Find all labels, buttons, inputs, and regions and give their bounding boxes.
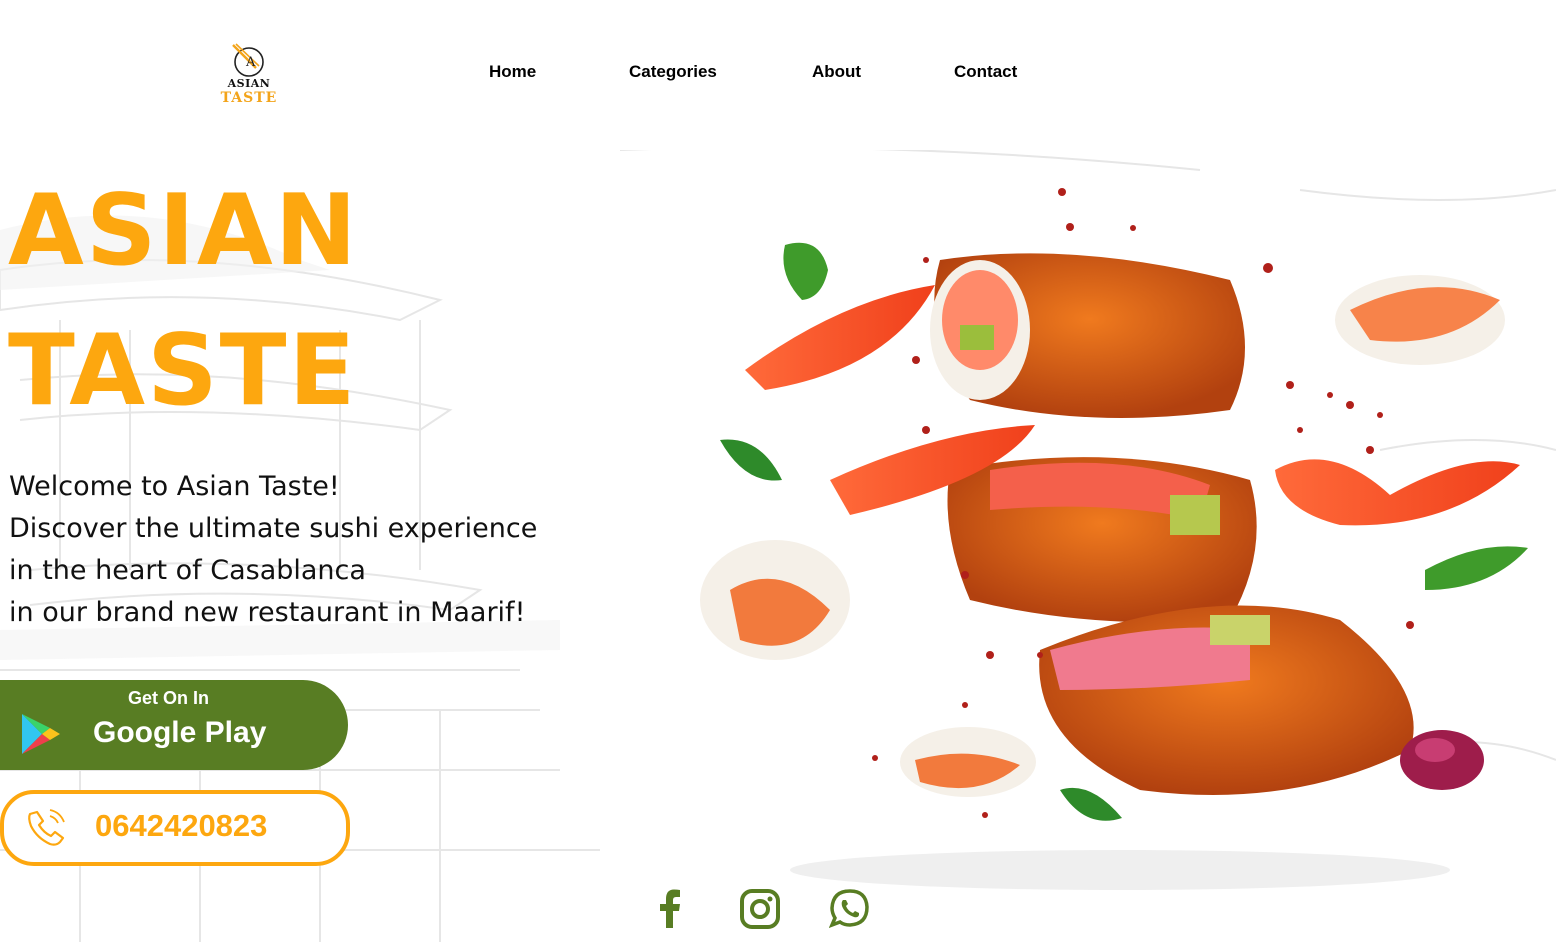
nav-about[interactable]: About [812, 62, 861, 82]
google-play-small-label: Get On In [128, 688, 209, 708]
logo-text-top: ASIAN [227, 77, 271, 90]
instagram-icon[interactable] [739, 888, 781, 930]
phone-button[interactable]: 0642420823 [0, 790, 350, 866]
sushi-hero-image [700, 188, 1528, 890]
google-play-icon [22, 714, 60, 754]
nav-contact[interactable]: Contact [954, 62, 1017, 82]
welcome-text: Welcome to Asian Taste! Discover the ult… [9, 466, 537, 634]
nav-categories[interactable]: Categories [629, 62, 717, 82]
hero-title-line1: ASIAN [8, 174, 359, 288]
site-logo[interactable]: A ASIAN TASTE [216, 42, 282, 108]
welcome-line: Welcome to Asian Taste! [9, 471, 340, 502]
nav-home[interactable]: Home [489, 62, 536, 82]
phone-number: 0642420823 [95, 808, 268, 843]
chopsticks-logo-icon: A [232, 43, 264, 77]
logo-text-bottom: TASTE [220, 90, 278, 106]
welcome-line: in the heart of Casablanca [9, 555, 366, 586]
whatsapp-icon[interactable] [829, 888, 871, 930]
phone-icon [28, 809, 65, 846]
svg-text:A: A [245, 55, 256, 70]
welcome-line: in our brand new restaurant in Maarif! [9, 597, 526, 628]
welcome-line: Discover the ultimate sushi experience [9, 513, 538, 544]
facebook-icon[interactable] [649, 888, 691, 930]
hero-title-line2: TASTE [8, 314, 358, 428]
google-play-button[interactable]: Get On In Google Play [0, 680, 348, 770]
google-play-big-label: Google Play [93, 716, 267, 749]
